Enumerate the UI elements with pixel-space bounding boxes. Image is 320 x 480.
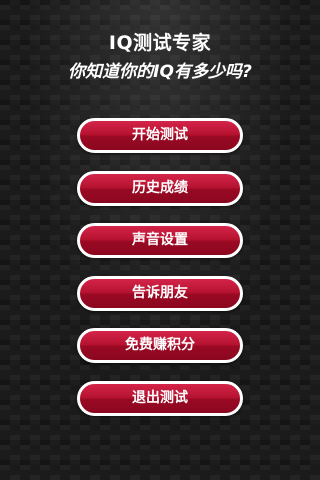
- app-subtitle: 你知道你的IQ有多少吗?: [68, 62, 252, 82]
- app-title: IQ测试专家: [108, 32, 212, 54]
- header: IQ测试专家 你知道你的IQ有多少吗?: [0, 30, 320, 84]
- exit-test-button[interactable]: 退出测试: [77, 380, 243, 416]
- start-test-button[interactable]: 开始测试: [77, 118, 243, 153]
- main-menu: 开始测试 历史成绩 声音设置 告诉朋友 免费赚积分 退出测试: [77, 118, 243, 433]
- history-scores-button[interactable]: 历史成绩: [77, 170, 243, 206]
- sound-settings-button[interactable]: 声音设置: [77, 223, 243, 258]
- tell-friends-button[interactable]: 告诉朋友: [77, 275, 243, 311]
- earn-points-button[interactable]: 免费赚积分: [77, 328, 243, 363]
